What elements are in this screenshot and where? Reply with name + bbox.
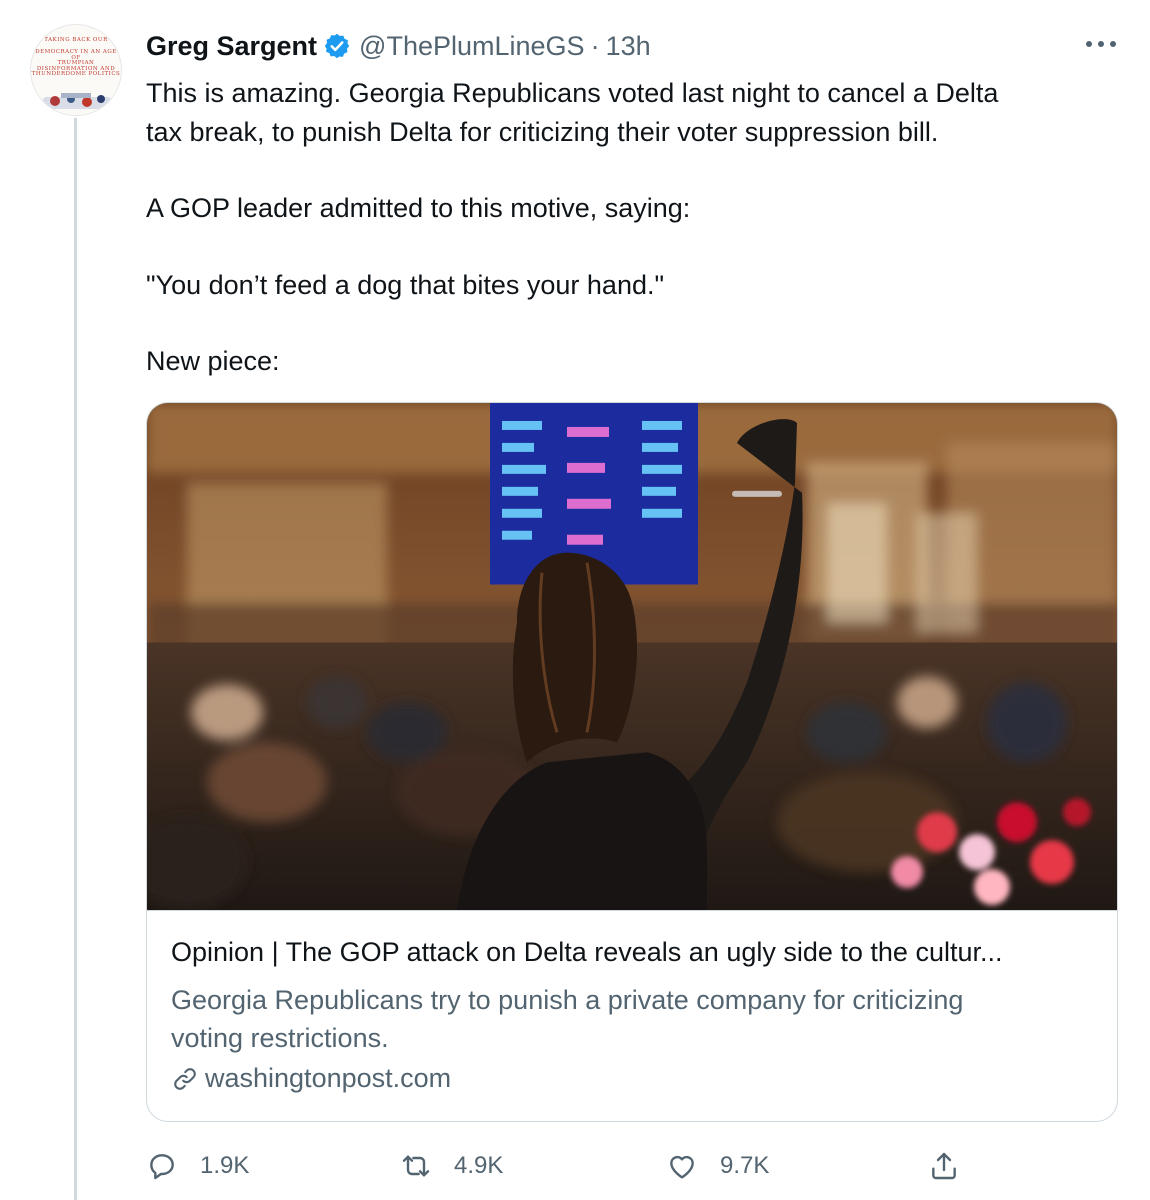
like-icon <box>670 1155 694 1179</box>
link-card[interactable]: Opinion | The GOP attack on Delta reveal… <box>146 402 1118 1122</box>
action-bar: 1.9K 4.9K 9.7K <box>146 1146 1126 1186</box>
card-description-line: voting restrictions. <box>171 1023 389 1053</box>
author-name[interactable]: Greg Sargent <box>146 31 317 62</box>
avatar-cover-art <box>43 93 111 109</box>
retweet-count: 4.9K <box>454 1152 504 1179</box>
card-description: Georgia Republicans try to punish a priv… <box>171 981 1101 1057</box>
tweet-text-line: tax break, to punish Delta for criticizi… <box>146 116 939 147</box>
verified-badge-icon <box>324 33 350 59</box>
more-icon[interactable] <box>1086 36 1116 52</box>
like-button[interactable]: 9.7K <box>666 1146 769 1186</box>
tweet-text: This is amazing. Georgia Republicans vot… <box>146 74 1106 381</box>
thread-line <box>74 118 77 1200</box>
share-icon <box>932 1152 956 1180</box>
card-description-line: Georgia Republicans try to punish a priv… <box>171 985 964 1015</box>
tweet-text-line: "You don’t feed a dog that bites your ha… <box>146 269 665 300</box>
link-icon <box>174 1067 196 1090</box>
tweet-header: Greg Sargent @ThePlumLineGS · 13h <box>146 28 651 64</box>
reply-button[interactable]: 1.9K <box>146 1146 249 1186</box>
author-handle[interactable]: @ThePlumLineGS <box>359 31 585 62</box>
tweet-text-line: New piece: <box>146 346 280 376</box>
retweet-icon <box>402 1155 430 1177</box>
tweet-text-line: A GOP leader admitted to this motive, sa… <box>146 193 691 223</box>
share-button[interactable] <box>928 1146 982 1186</box>
avatar-cover-line: TAKING BACK OUR <box>44 37 108 43</box>
card-image[interactable] <box>147 403 1118 911</box>
tweet-time[interactable]: 13h <box>606 31 651 62</box>
reply-icon <box>150 1154 174 1180</box>
tweet-text-line: This is amazing. Georgia Republicans vot… <box>146 78 999 108</box>
card-domain[interactable]: washingtonpost.com <box>171 1063 451 1094</box>
avatar[interactable]: TAKING BACK OUR DEMOCRACY IN AN AGE OF T… <box>30 24 122 116</box>
separator-dot: · <box>590 30 600 61</box>
avatar-cover-line: THUNDERDOME POLITICS <box>31 71 121 77</box>
card-title[interactable]: Opinion | The GOP attack on Delta reveal… <box>171 937 1101 968</box>
like-count: 9.7K <box>720 1152 770 1179</box>
retweet-button[interactable]: 4.9K <box>400 1146 503 1186</box>
reply-count: 1.9K <box>200 1152 250 1179</box>
card-domain-text: washingtonpost.com <box>205 1063 452 1093</box>
